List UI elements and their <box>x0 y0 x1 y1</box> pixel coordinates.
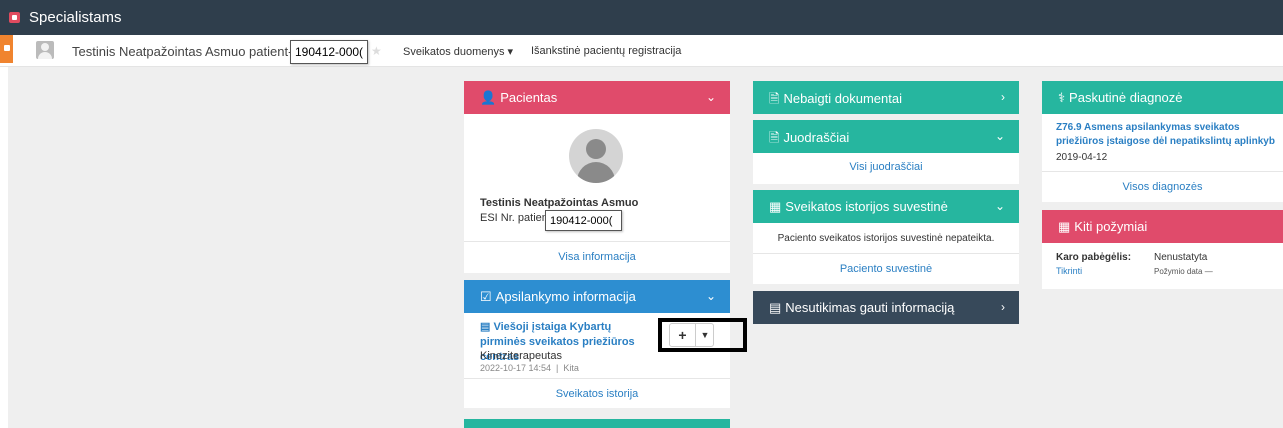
other-features-panel: ▦ Kiti požymiai Karo pabėgėlis: Nenustaty… <box>1042 210 1283 289</box>
other-features-title: Kiti požymiai <box>1074 219 1148 234</box>
visit-meta: 2022-10-17 14:54 | Kita <box>480 363 579 373</box>
chevron-down-icon[interactable]: ⌄ <box>995 129 1005 143</box>
chevron-right-icon[interactable]: › <box>1001 300 1005 314</box>
user-icon: 👤 <box>480 90 497 105</box>
other-features-header[interactable]: ▦ Kiti požymiai <box>1042 210 1283 243</box>
patient-bar: Testinis Neatpažointas Asmuo patient- Sv… <box>0 35 1283 67</box>
refugee-label: Karo pabėgėlis: <box>1056 252 1132 263</box>
divider <box>753 253 1019 254</box>
chevron-right-icon[interactable]: › <box>1001 90 1005 104</box>
brand-logo-icon <box>9 12 20 23</box>
esi-number-field[interactable] <box>545 210 622 231</box>
chevron-down-icon[interactable]: ⌄ <box>706 90 716 104</box>
incomplete-docs-panel: 🗎 Nebaigti dokumentai › <box>753 81 1019 114</box>
summary-header[interactable]: ▦ Sveikatos istorijos suvestinė ⌄ <box>753 190 1019 223</box>
full-info-link[interactable]: Visa informacija <box>464 251 730 263</box>
patient-summary-link[interactable]: Paciento suvestinė <box>753 263 1019 275</box>
calendar-icon: ▦ <box>769 199 782 214</box>
stethoscope-icon: ⚕ <box>1058 90 1066 105</box>
patient-name: Testinis Neatpažointas Asmuo patient- <box>72 44 293 59</box>
top-navbar: Specialistams <box>0 0 1283 35</box>
patient-full-name: Testinis Neatpažointas Asmuo <box>480 197 639 209</box>
incomplete-docs-title: Nebaigti dokumentai <box>783 91 902 106</box>
all-diagnoses-link[interactable]: Visos diagnozės <box>1042 181 1283 193</box>
diagnosis-panel: ⚕ Paskutinė diagnozė Z76.9 Asmens apsilan… <box>1042 81 1283 202</box>
clipboard-icon: ▤ <box>769 300 782 315</box>
patient-avatar-icon <box>36 41 54 59</box>
checkbox-icon: ☑ <box>480 289 492 304</box>
app-title[interactable]: Specialistams <box>29 9 122 26</box>
document-icon: 🗎 <box>769 91 780 106</box>
summary-message: Paciento sveikatos istorijos suvestinė n… <box>777 233 995 244</box>
refugee-value: Nenustatyta <box>1154 252 1208 263</box>
visit-specialty: Kineziterapeutas <box>480 350 562 362</box>
consent-panel: ▤ Nesutikimas gauti informaciją › <box>753 291 1019 324</box>
esi-label: ESI Nr. patient- <box>480 212 555 224</box>
chevron-down-icon[interactable]: ⌄ <box>995 199 1005 213</box>
all-drafts-link[interactable]: Visi juodraščiai <box>753 161 1019 173</box>
calendar-icon: ▦ <box>1058 219 1071 234</box>
consent-header[interactable]: ▤ Nesutikimas gauti informaciją › <box>753 291 1019 324</box>
highlight-box <box>658 318 747 352</box>
drafts-title: Juodraščiai <box>783 130 850 145</box>
nav-health-data[interactable]: Sveikatos duomenys ▾ <box>403 45 513 58</box>
dashboard-area: 👤 Pacientas ⌄ Testinis Neatpažointas Asmu… <box>8 67 1283 428</box>
drafts-header[interactable]: 🗎 Juodraščiai ⌄ <box>753 120 1019 153</box>
consent-title: Nesutikimas gauti informaciją <box>785 300 955 315</box>
bottom-panel-header[interactable] <box>464 419 730 428</box>
document-icon: ▤ <box>480 321 494 333</box>
diagnosis-link[interactable]: Z76.9 Asmens apsilankymas sveikatos prie… <box>1056 121 1283 151</box>
patient-photo <box>569 129 623 183</box>
patient-panel-header[interactable]: 👤 Pacientas ⌄ <box>464 81 730 114</box>
patient-id-field[interactable] <box>290 40 368 64</box>
divider <box>464 241 730 242</box>
nav-preregistration[interactable]: Išankstinė pacientų registracija <box>531 45 681 57</box>
health-history-link[interactable]: Sveikatos istorija <box>464 388 730 400</box>
sidebar-toggle-icon[interactable] <box>0 35 13 63</box>
divider <box>1042 171 1283 172</box>
document-icon: 🗎 <box>769 130 780 145</box>
visit-panel-title: Apsilankymo informacija <box>495 289 636 304</box>
favorite-star-icon[interactable]: ★ <box>371 44 382 58</box>
divider <box>464 378 730 379</box>
patient-panel: 👤 Pacientas ⌄ Testinis Neatpažointas Asmu… <box>464 81 730 273</box>
diagnosis-date: 2019-04-12 <box>1056 152 1108 163</box>
check-link[interactable]: Tikrinti <box>1056 266 1082 276</box>
visit-panel-header[interactable]: ☑ Apsilankymo informacija ⌄ <box>464 280 730 313</box>
summary-title: Sveikatos istorijos suvestinė <box>785 199 948 214</box>
incomplete-docs-header[interactable]: 🗎 Nebaigti dokumentai › <box>753 81 1019 114</box>
diagnosis-header[interactable]: ⚕ Paskutinė diagnozė <box>1042 81 1283 114</box>
summary-panel: ▦ Sveikatos istorijos suvestinė ⌄ Pacient… <box>753 190 1019 284</box>
chevron-down-icon[interactable]: ⌄ <box>706 289 716 303</box>
patient-panel-title: Pacientas <box>500 90 558 105</box>
feature-date-label: Požymio data — <box>1154 267 1213 276</box>
drafts-panel: 🗎 Juodraščiai ⌄ Visi juodraščiai <box>753 120 1019 184</box>
diagnosis-title: Paskutinė diagnozė <box>1069 90 1183 105</box>
